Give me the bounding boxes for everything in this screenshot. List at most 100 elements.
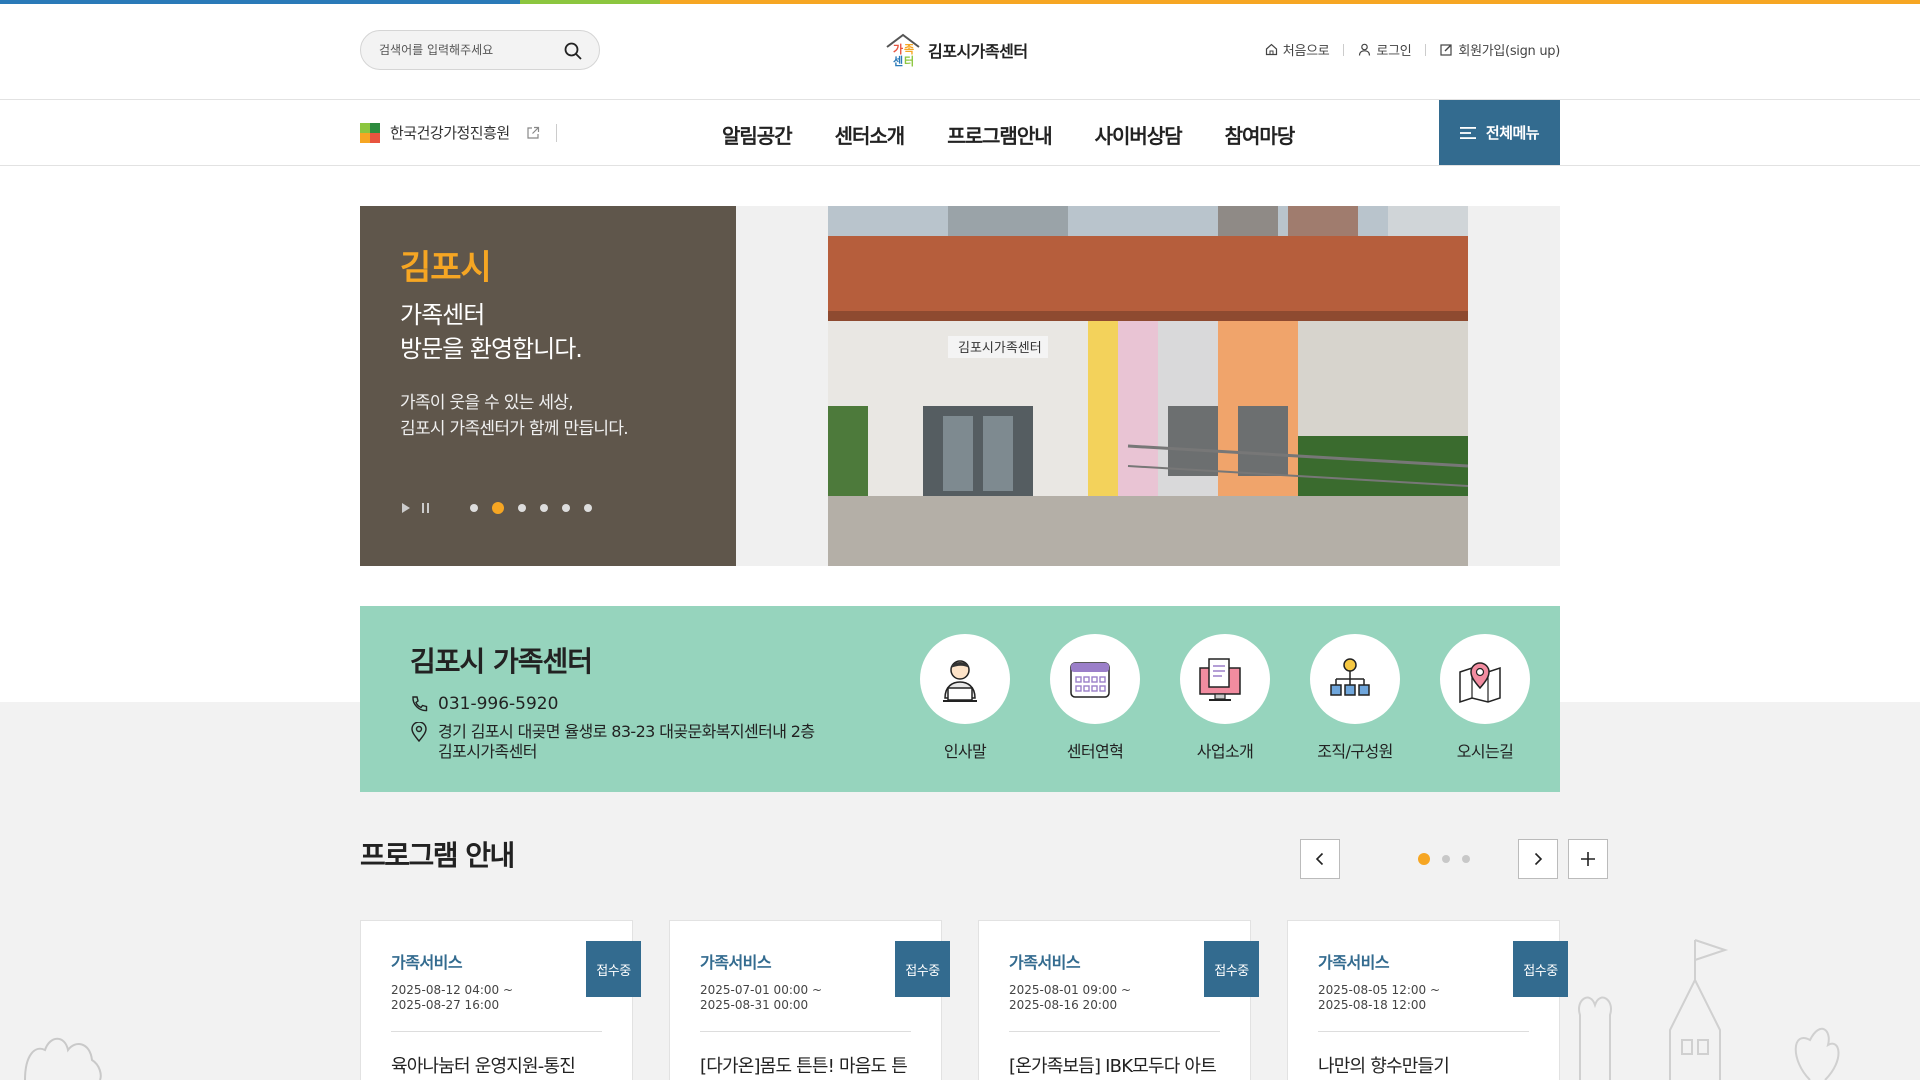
- center-address: 경기 김포시 대곶면 율생로 83-23 대곶문화복지센터내 2층 김포시가족센…: [410, 722, 815, 762]
- org-chart-icon: [1330, 658, 1370, 696]
- status-badge: 접수중: [1513, 941, 1568, 997]
- page-dot[interactable]: [1418, 853, 1430, 865]
- divider: [1425, 43, 1427, 56]
- slide-dot[interactable]: [518, 504, 526, 512]
- program-date: 2025-08-12 04:00 ~ 2025-08-27 16:00: [391, 983, 514, 1012]
- monitor-document-icon: [1199, 658, 1241, 701]
- program-category: 가족서비스: [700, 953, 772, 972]
- slide-dot[interactable]: [470, 504, 478, 512]
- quick-link-label: 인사말: [943, 742, 987, 761]
- status-badge: 접수중: [586, 941, 641, 997]
- program-date: 2025-08-01 09:00 ~ 2025-08-16 20:00: [1009, 983, 1132, 1012]
- quick-link-label: 조직/구성원: [1317, 742, 1393, 761]
- program-title: [다가온]몸도 튼튼! 마음도 튼: [700, 1056, 908, 1077]
- search-box: [360, 30, 600, 70]
- program-date: 2025-08-05 12:00 ~ 2025-08-18 12:00: [1318, 983, 1441, 1012]
- home-link-label: 처음으로: [1282, 44, 1330, 59]
- search-icon[interactable]: [563, 41, 583, 61]
- hamburger-icon: [1459, 126, 1476, 139]
- quick-link-organization[interactable]: 조직/구성원: [1290, 634, 1420, 762]
- program-title: 나만의 향수만들기: [1318, 1056, 1450, 1077]
- program-card-list: 가족서비스 2025-08-12 04:00 ~ 2025-08-27 16:0…: [360, 920, 1568, 1080]
- menu-item-community[interactable]: 참여마당: [1225, 120, 1296, 149]
- edit-icon: [1440, 44, 1453, 56]
- org-link-label: 한국건강가정진흥원: [390, 124, 510, 142]
- program-date: 2025-07-01 00:00 ~ 2025-08-31 00:00: [700, 983, 823, 1012]
- program-card[interactable]: 가족서비스 2025-08-05 12:00 ~ 2025-08-18 12:0…: [1287, 920, 1568, 1080]
- house-doodle-icon: [1578, 939, 1840, 1080]
- divider: [391, 1031, 602, 1032]
- main-navigation: 한국건강가정진흥원 알림공간 센터소개 프로그램안내 사이버상담 참여마당 전체…: [0, 100, 1920, 166]
- home-icon: [1265, 43, 1277, 56]
- program-card[interactable]: 가족서비스 2025-07-01 00:00 ~ 2025-08-31 00:0…: [669, 920, 950, 1080]
- signup-link-label: 회원가입(sign up): [1458, 44, 1560, 59]
- external-link-icon: [527, 126, 539, 139]
- program-pagination: [1418, 853, 1482, 865]
- quick-link-label: 오시는길: [1456, 742, 1514, 761]
- slide-dot[interactable]: [540, 504, 548, 512]
- slide-dot[interactable]: [492, 502, 504, 514]
- program-card[interactable]: 가족서비스 2025-08-01 09:00 ~ 2025-08-16 20:0…: [978, 920, 1259, 1080]
- more-button[interactable]: [1568, 839, 1608, 879]
- slide-dot[interactable]: [562, 504, 570, 512]
- signup-link[interactable]: 회원가입(sign up): [1440, 40, 1560, 59]
- page-dot[interactable]: [1442, 855, 1450, 863]
- location-pin-icon: [411, 722, 427, 742]
- menu-item-about[interactable]: 센터소개: [835, 120, 906, 149]
- hero-title: 가족센터 방문을 환영합니다.: [400, 301, 583, 363]
- program-title: [온가족보듬] IBK모두다 아트: [1009, 1056, 1217, 1077]
- photo-sign-text: 김포시가족센터: [958, 341, 1042, 356]
- phone-icon: [412, 696, 428, 712]
- menu-item-programs[interactable]: 프로그램안내: [947, 120, 1052, 149]
- program-section-title: 프로그램 안내: [360, 839, 515, 872]
- divider: [1343, 43, 1345, 56]
- person-laptop-icon: [943, 660, 977, 702]
- quick-links: 인사말 센터연혁 사업소개 조직/구성원 오시는길: [900, 634, 1550, 762]
- plus-icon: [1581, 852, 1595, 866]
- program-category: 가족서비스: [1009, 953, 1081, 972]
- flower-doodle-icon: [24, 1037, 102, 1080]
- play-icon[interactable]: [400, 502, 412, 514]
- center-building-photo: 김포시가족센터: [828, 206, 1468, 566]
- page-dot[interactable]: [1462, 855, 1470, 863]
- phone-number: 031-996-5920: [438, 694, 559, 714]
- quick-link-history[interactable]: 센터연혁: [1030, 634, 1160, 762]
- search-input[interactable]: [379, 40, 559, 60]
- menu-item-cyber-counsel[interactable]: 사이버상담: [1095, 120, 1183, 149]
- chevron-left-icon: [1315, 852, 1324, 866]
- quick-link-business[interactable]: 사업소개: [1160, 634, 1290, 762]
- center-phone: 031-996-5920: [410, 694, 558, 714]
- prev-button[interactable]: [1300, 839, 1340, 879]
- quick-link-directions[interactable]: 오시는길: [1420, 634, 1550, 762]
- center-name: 김포시 가족센터: [410, 645, 593, 678]
- login-link[interactable]: 로그인: [1358, 40, 1412, 59]
- quick-link-greeting[interactable]: 인사말: [900, 634, 1030, 762]
- hero-description: 가족이 웃을 수 있는 세상, 김포시 가족센터가 함께 만듭니다.: [400, 393, 629, 439]
- program-title: 육아나눔터 운영지원-통진: [391, 1056, 576, 1077]
- home-link[interactable]: 처음으로: [1265, 40, 1330, 59]
- program-category: 가족서비스: [391, 953, 463, 972]
- next-button[interactable]: [1518, 839, 1558, 879]
- hero-title-accent: 김포시: [400, 248, 492, 288]
- slider-controls: [400, 502, 606, 514]
- all-menu-button[interactable]: 전체메뉴: [1439, 100, 1560, 165]
- chevron-right-icon: [1534, 852, 1543, 866]
- status-badge: 접수중: [1204, 941, 1259, 997]
- quick-link-label: 사업소개: [1196, 742, 1254, 761]
- svg-text:센: 센: [893, 54, 903, 68]
- pause-icon[interactable]: [420, 502, 432, 514]
- menu-item-notice[interactable]: 알림공간: [722, 120, 793, 149]
- program-category: 가족서비스: [1318, 953, 1390, 972]
- utility-nav: 처음으로 로그인 회원가입(sign up): [1265, 40, 1560, 59]
- program-card[interactable]: 가족서비스 2025-08-12 04:00 ~ 2025-08-27 16:0…: [360, 920, 641, 1080]
- quick-link-label: 센터연혁: [1066, 742, 1124, 761]
- org-logo-icon: [360, 122, 380, 143]
- header: 가 족 센 터 김포시가족센터 처음으로 로그인 회원가입(sign up): [0, 4, 1920, 100]
- svg-text:터: 터: [904, 54, 914, 68]
- site-logo[interactable]: 가 족 센 터 김포시가족센터: [884, 30, 1028, 70]
- org-link[interactable]: 한국건강가정진흥원: [360, 122, 557, 143]
- slide-dot[interactable]: [584, 504, 592, 512]
- center-info-box: 김포시 가족센터 031-996-5920 경기 김포시 대곶면 율생로 83-…: [360, 606, 1560, 792]
- calendar-icon: [1070, 662, 1110, 698]
- svg-text:가: 가: [893, 42, 903, 56]
